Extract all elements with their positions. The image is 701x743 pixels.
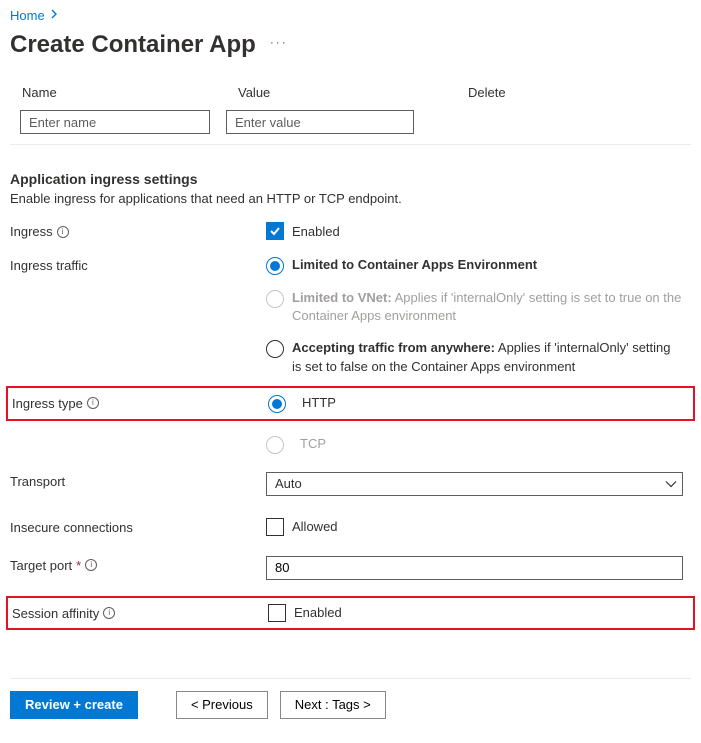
insecure-allowed-label: Allowed <box>292 519 338 534</box>
label-ingress-type: Ingress type <box>12 396 83 411</box>
page-title: Create Container App <box>10 31 256 59</box>
radio-limited-vnet-label: Limited to VNet: Applies if 'internalOnl… <box>292 289 683 325</box>
radio-anywhere-label: Accepting traffic from anywhere: Applies… <box>292 339 683 375</box>
next-button[interactable]: Next : Tags > <box>280 691 386 719</box>
radio-anywhere[interactable] <box>266 340 284 358</box>
row-transport: Transport Auto <box>10 472 691 496</box>
transport-select[interactable]: Auto <box>266 472 683 496</box>
session-affinity-enabled-label: Enabled <box>294 605 342 620</box>
radio-limited-env[interactable] <box>266 257 284 275</box>
columns-header: Name Value Delete <box>10 81 691 110</box>
radio-http-label: HTTP <box>302 394 336 412</box>
radio-tcp <box>266 436 284 454</box>
target-port-input[interactable] <box>266 556 683 580</box>
row-tcp: TCP <box>10 435 691 454</box>
chevron-right-icon <box>51 9 58 22</box>
label-session-affinity: Session affinity <box>12 606 99 621</box>
env-var-row <box>10 110 691 145</box>
ingress-traffic-group: Limited to Container Apps Environment Li… <box>266 256 683 376</box>
more-icon[interactable]: ··· <box>270 35 288 55</box>
session-affinity-checkbox[interactable] <box>268 604 286 622</box>
col-header-value: Value <box>238 85 468 100</box>
breadcrumb: Home <box>10 4 691 31</box>
row-ingress: Ingress i Enabled <box>10 222 691 240</box>
radio-tcp-label: TCP <box>300 435 326 453</box>
row-ingress-traffic: Ingress traffic Limited to Container App… <box>10 256 691 376</box>
wizard-footer: Review + create < Previous Next : Tags > <box>10 678 691 719</box>
section-title: Application ingress settings <box>10 171 691 187</box>
required-star: * <box>76 558 81 573</box>
section-desc: Enable ingress for applications that nee… <box>10 191 691 206</box>
info-icon[interactable]: i <box>103 607 115 619</box>
title-row: Create Container App ··· <box>10 31 691 59</box>
radio-limited-env-label: Limited to Container Apps Environment <box>292 257 537 272</box>
col-header-delete: Delete <box>468 85 588 100</box>
insecure-checkbox[interactable] <box>266 518 284 536</box>
env-name-input[interactable] <box>20 110 210 134</box>
col-header-name: Name <box>22 85 238 100</box>
label-ingress: Ingress <box>10 224 53 239</box>
breadcrumb-home[interactable]: Home <box>10 8 45 23</box>
highlight-ingress-type: Ingress type i HTTP <box>6 386 695 421</box>
ingress-enabled-label: Enabled <box>292 224 340 239</box>
info-icon[interactable]: i <box>57 226 69 238</box>
radio-http[interactable] <box>268 395 286 413</box>
env-value-input[interactable] <box>226 110 414 134</box>
label-insecure: Insecure connections <box>10 520 133 535</box>
review-create-button[interactable]: Review + create <box>10 691 138 719</box>
info-icon[interactable]: i <box>85 559 97 571</box>
previous-button[interactable]: < Previous <box>176 691 268 719</box>
row-target-port: Target port * i <box>10 556 691 580</box>
info-icon[interactable]: i <box>87 397 99 409</box>
label-target-port: Target port <box>10 558 72 573</box>
ingress-checkbox[interactable] <box>266 222 284 240</box>
radio-limited-vnet <box>266 290 284 308</box>
label-transport: Transport <box>10 474 65 489</box>
row-insecure: Insecure connections Allowed <box>10 518 691 536</box>
label-ingress-traffic: Ingress traffic <box>10 258 88 273</box>
highlight-session-affinity: Session affinity i Enabled <box>6 596 695 630</box>
